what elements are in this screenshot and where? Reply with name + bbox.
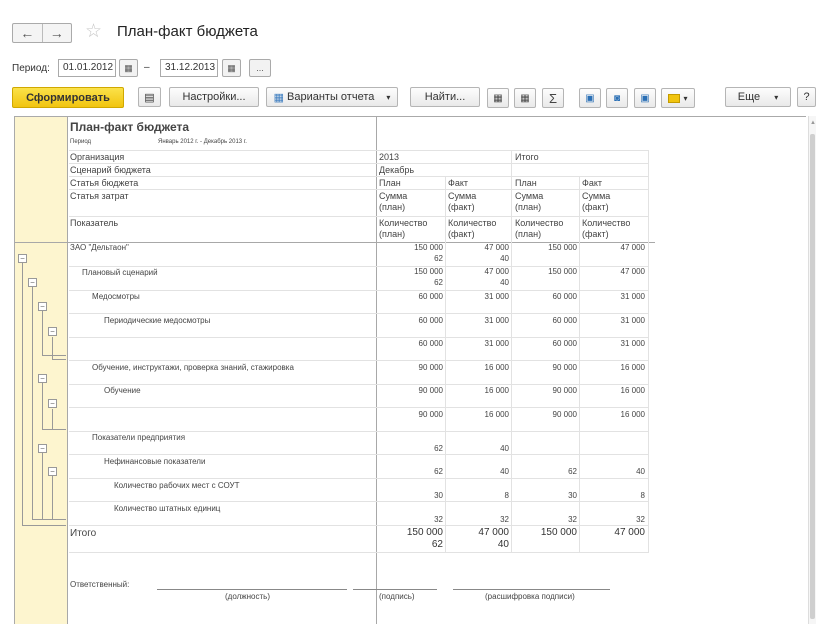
collapse-icon[interactable]: − [28, 278, 37, 287]
find-button[interactable]: Найти... [410, 87, 480, 107]
chevron-down-icon: ▾ [386, 92, 391, 102]
row-label: Периодические медосмотры [104, 316, 211, 325]
row-label: Обучение, инструктажи, проверка знаний, … [92, 363, 294, 372]
total-header: Итого [515, 152, 539, 162]
position-caption: (должность) [225, 592, 270, 601]
calendar-from-icon[interactable]: ▦ [119, 59, 138, 77]
settings-button[interactable]: Настройки... [169, 87, 259, 107]
report-document[interactable]: План-факт бюджета Период Январь 2012 г. … [14, 116, 806, 624]
row-label: Плановый сценарий [82, 268, 158, 277]
scroll-up-icon[interactable]: ▲ [810, 120, 816, 126]
chevron-down-icon: ▾ [683, 93, 688, 103]
sum-icon[interactable]: Σ [542, 88, 564, 108]
row-label: ЗАО "Дельтаон" [70, 243, 129, 252]
responsible-label: Ответственный: [70, 580, 130, 589]
total-fact-header: Факт [582, 178, 603, 188]
decode-caption: (расшифровка подписи) [485, 592, 575, 601]
header-cost-item: Статья затрат [70, 191, 129, 201]
total-sum-fact-header: Сумма (факт) [582, 191, 611, 212]
envelope-icon [668, 93, 681, 103]
preview-icon[interactable]: ◙ [606, 88, 628, 108]
total-qty-fact-header: Количество (факт) [582, 218, 631, 239]
sign-caption: (подпись) [379, 592, 415, 601]
sheet-icon[interactable]: ▤ [138, 87, 161, 107]
export-menu-button[interactable]: ▾ [661, 88, 695, 108]
row-label: Показатели предприятия [92, 433, 186, 442]
chevron-down-icon: ▾ [774, 92, 779, 102]
report-title: План-факт бюджета [70, 120, 190, 134]
more-button[interactable]: Еще ▾ [725, 87, 791, 107]
header-scenario: Сценарий бюджета [70, 165, 151, 175]
collapse-icon[interactable]: − [18, 254, 27, 263]
qty-fact-header: Количество (факт) [448, 218, 497, 239]
window-title: План-факт бюджета [117, 23, 258, 40]
row-label: Количество рабочих мест с СОУТ [114, 481, 240, 490]
more-label: Еще [737, 91, 761, 103]
calendar-to-icon[interactable]: ▦ [222, 59, 241, 77]
report-variants-label: Варианты отчета [287, 91, 375, 103]
save-icon[interactable]: ▣ [634, 88, 656, 108]
group-expand-icon[interactable]: ▦ [487, 88, 509, 108]
sum-fact-header: Сумма (факт) [448, 191, 477, 212]
period-caption: Период [70, 139, 92, 145]
header-indicator: Показатель [70, 218, 119, 228]
row-label: Медосмотры [92, 292, 140, 301]
total-plan-header: План [515, 178, 537, 188]
collapse-icon[interactable]: − [48, 327, 57, 336]
group-collapse-icon[interactable]: ▦ [514, 88, 536, 108]
collapse-icon[interactable]: − [48, 399, 57, 408]
period-dash: – [144, 62, 150, 73]
scrollbar-thumb[interactable] [810, 134, 815, 619]
forward-button[interactable]: → [43, 24, 72, 42]
favorite-star-icon[interactable]: ☆ [85, 20, 102, 43]
plan-header: План [379, 178, 401, 188]
print-icon[interactable]: ▣ [579, 88, 601, 108]
qty-plan-header: Количество (план) [379, 218, 428, 239]
variants-icon: ▦ [273, 91, 285, 104]
year-header: 2013 [379, 152, 400, 162]
collapse-icon[interactable]: − [38, 374, 47, 383]
vertical-scrollbar[interactable]: ▲ [808, 116, 816, 624]
back-button[interactable]: ← [13, 24, 43, 42]
month-header: Декабрь [379, 165, 415, 175]
period-label: Период: [12, 63, 50, 74]
total-qty-plan-header: Количество (план) [515, 218, 564, 239]
row-label: Количество штатных единиц [114, 504, 221, 513]
sum-plan-header: Сумма (план) [379, 191, 408, 212]
collapse-icon[interactable]: − [38, 444, 47, 453]
help-button[interactable]: ? [797, 87, 816, 107]
header-organization: Организация [70, 152, 125, 162]
generate-button[interactable]: Сформировать [12, 87, 124, 108]
row-label: Нефинансовые показатели [104, 457, 206, 466]
collapse-icon[interactable]: − [48, 467, 57, 476]
report-variants-button[interactable]: ▦ Варианты отчета ▾ [266, 87, 398, 107]
total-sum-plan-header: Сумма (план) [515, 191, 544, 212]
period-to-field[interactable]: 31.12.2013 [160, 59, 218, 77]
history-nav: ← → [12, 23, 72, 43]
header-budget-item: Статья бюджета [70, 178, 139, 188]
fact-header: Факт [448, 178, 469, 188]
collapse-icon[interactable]: − [38, 302, 47, 311]
total-label: Итого [70, 528, 97, 539]
tree-separator [67, 117, 68, 624]
row-label: Обучение [104, 386, 141, 395]
period-more-button[interactable]: ... [249, 59, 271, 77]
period-from-field[interactable]: 01.01.2012 [58, 59, 116, 77]
period-caption-value: Январь 2012 г. - Декабрь 2013 г. [158, 139, 247, 145]
